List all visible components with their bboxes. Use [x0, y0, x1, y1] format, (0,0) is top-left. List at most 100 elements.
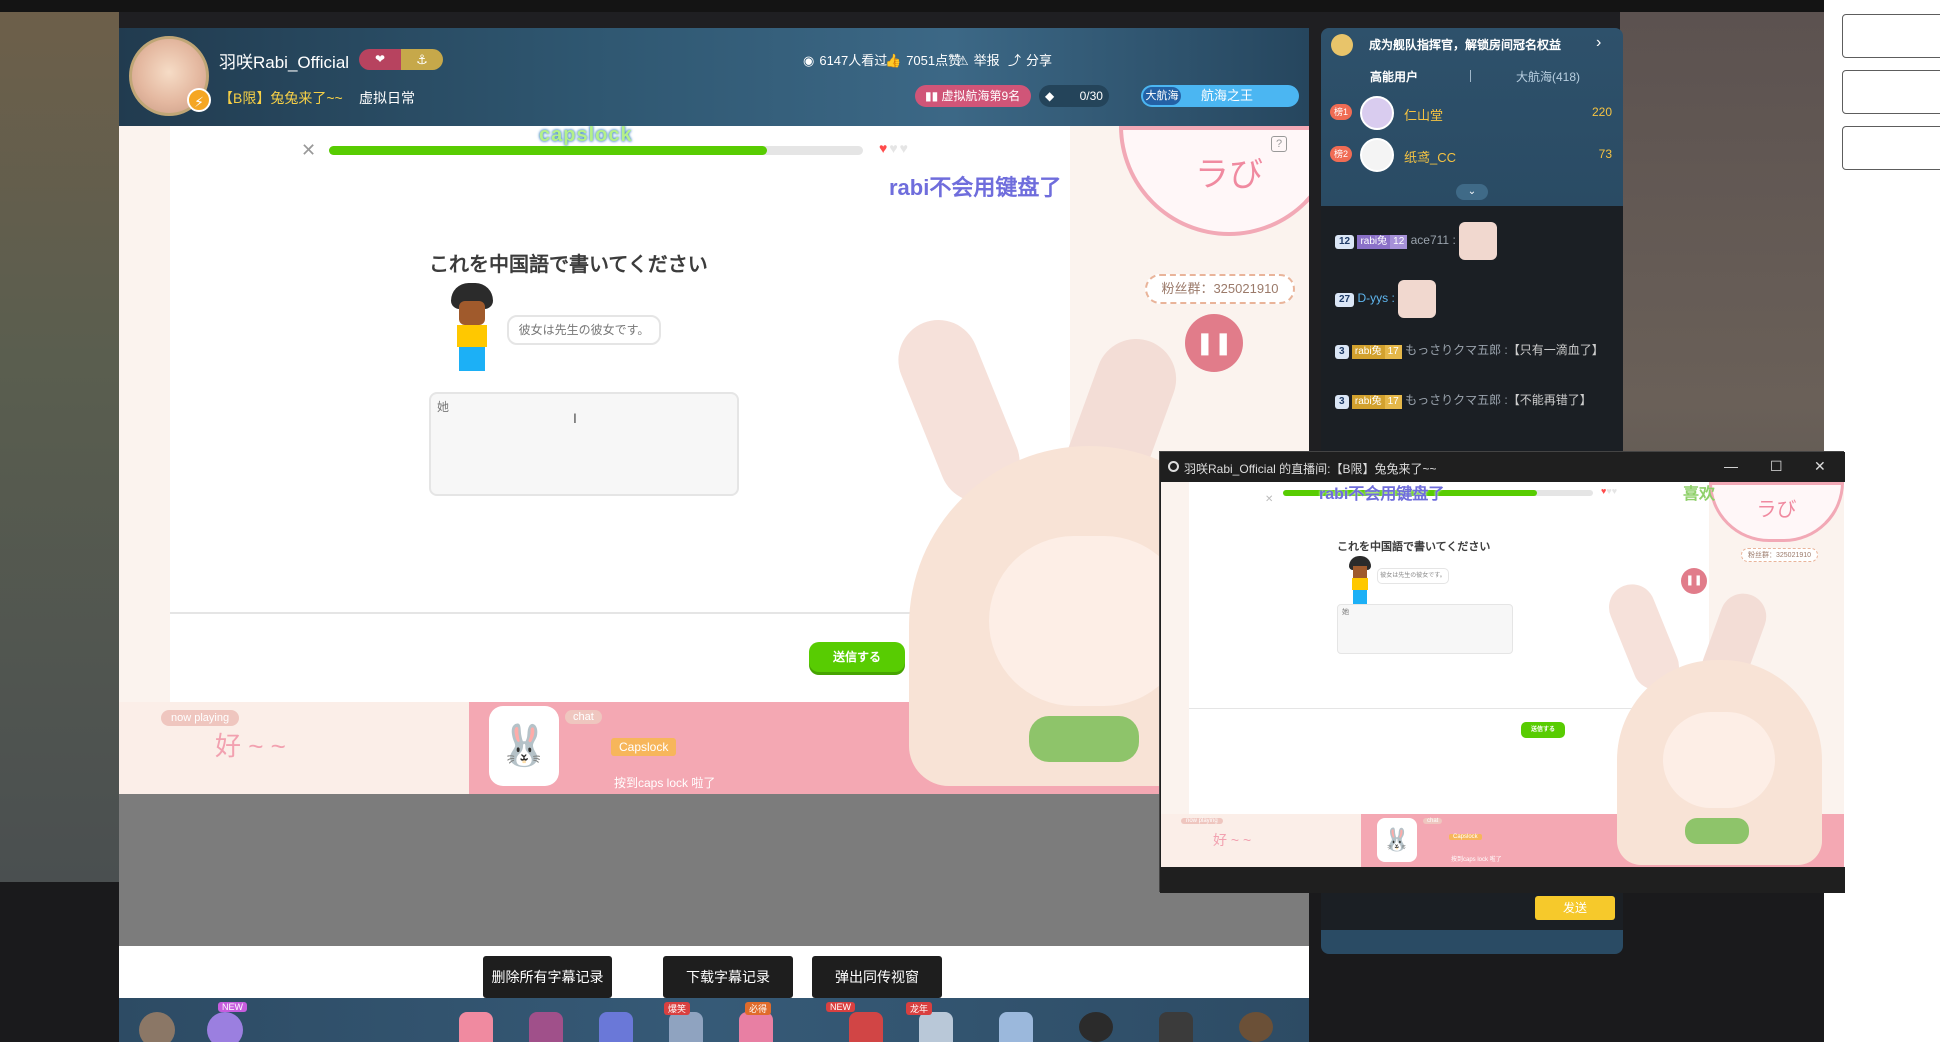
popup-character-pants: [1353, 590, 1367, 604]
likes-stat: 👍 7051点赞: [885, 53, 962, 68]
new-tag: NEW: [218, 1002, 247, 1012]
popup-rabi-overlay: rabi不会用键盘了: [1319, 486, 1445, 503]
character-illustration: [447, 283, 497, 371]
gift-icon-1[interactable]: [207, 1012, 243, 1042]
text-cursor-icon: I: [573, 410, 577, 426]
gem-icon: ◆: [1045, 89, 1058, 103]
subtitle-toolbar: 删除所有字幕记录 下载字幕记录 弹出同传视窗: [119, 946, 1309, 998]
caps-overlay: capslock: [539, 126, 633, 146]
chevron-down-icon[interactable]: ⌄: [1456, 184, 1488, 200]
capslock-tag: Capslock: [611, 738, 677, 756]
maximize-icon[interactable]: ☐: [1770, 458, 1783, 475]
fan-medal: rabi兔: [1357, 235, 1391, 250]
sticker-image: [1398, 280, 1437, 318]
lesson-prompt: これを中国語で書いてください: [429, 254, 708, 276]
live-bolt-icon: ⚡: [187, 88, 211, 112]
rank-score: 220: [1591, 105, 1612, 119]
app-logo-icon: [1168, 461, 1179, 472]
heart-icon: ♥: [879, 140, 890, 156]
rank-badge: 榜2: [1330, 146, 1352, 162]
popup-window: 羽咲Rabi_Official 的直播间:【B限】兔兔来了~~ — ☐ ✕ ラび…: [1159, 451, 1845, 893]
tab-high-energy[interactable]: 高能用户: [1370, 68, 1418, 85]
voyage-king-pill[interactable]: 大航海 航海之王: [1141, 85, 1299, 107]
close-icon[interactable]: ✕: [1814, 458, 1826, 475]
download-subtitles-button[interactable]: 下载字幕记录: [663, 956, 793, 998]
speech-bubble: 彼女は先生の彼女です。: [507, 315, 661, 345]
gift-icon-11[interactable]: [1239, 1012, 1273, 1042]
gift-icon-9[interactable]: [999, 1012, 1033, 1042]
follow-heart-icon[interactable]: ❤: [359, 49, 401, 70]
popup-bunny-icon: 🐰: [1377, 818, 1417, 862]
eye-icon: ◉: [803, 53, 815, 68]
fans-group-label: 粉丝群：325021910: [1145, 274, 1295, 304]
rank-row[interactable]: 榜1 仁山堂 220: [1330, 96, 1612, 130]
gift-tag-1: 爆笑: [664, 1002, 691, 1015]
rank-pill[interactable]: ▮▮ 虚拟航海第9名: [915, 85, 1031, 107]
fan-medal-level: 12: [1390, 235, 1408, 250]
popup-vtuber-face: [1663, 712, 1775, 808]
popup-capslock-tag: Capslock: [1449, 834, 1482, 840]
close-icon[interactable]: ✕: [301, 140, 316, 161]
gift-tag-3: NEW: [826, 1002, 855, 1012]
right-sidebar-button-1[interactable]: [1842, 14, 1940, 58]
gift-icon-6[interactable]: [739, 1012, 773, 1042]
gift-icon-10[interactable]: [1159, 1012, 1193, 1042]
anchor-icon[interactable]: ⚓: [401, 49, 443, 70]
voyage-badge: 大航海: [1143, 87, 1181, 105]
right-sidebar-button-2[interactable]: [1842, 70, 1940, 114]
help-icon[interactable]: ?: [1271, 136, 1287, 152]
bunny-icon: 🐰: [489, 706, 559, 786]
popup-like-overlay: 喜欢: [1683, 486, 1716, 503]
share-icon: ⤴: [1008, 53, 1022, 68]
minimize-icon[interactable]: —: [1724, 458, 1738, 474]
gift-progress[interactable]: ◆ 0/30: [1039, 85, 1109, 107]
gift-icon-2[interactable]: [459, 1012, 493, 1042]
chat-message: 27 D-yys :: [1335, 280, 1605, 318]
rank-badge: 榜1: [1330, 104, 1352, 120]
gift-icon-5[interactable]: [669, 1012, 703, 1042]
popup-speech-bubble: 彼女は先生の彼女です。: [1377, 568, 1449, 584]
popup-video[interactable]: ラび ✕ ♥♥♥ rabi不会用键盘了 喜欢 これを中国語で書いてください 彼女…: [1161, 482, 1844, 867]
gift-icon-7[interactable]: [849, 1012, 883, 1042]
chat-user[interactable]: もっさりクマ五郎 :: [1405, 343, 1508, 357]
fan-medal-level: 17: [1384, 345, 1402, 359]
chat-user[interactable]: ace711 :: [1411, 233, 1456, 247]
lesson-progress-fill: [329, 146, 767, 155]
chat-user[interactable]: もっさりクマ五郎 :: [1405, 393, 1508, 407]
popup-window-button[interactable]: 弹出同传视窗: [812, 956, 942, 998]
chat-user[interactable]: D-yys :: [1357, 291, 1394, 305]
background-art-left: [0, 12, 119, 882]
chat-message: 3 rabi兔 17 もっさりクマ五郎 :【只有一滴血了】: [1335, 340, 1605, 360]
rank-row[interactable]: 榜2 纸鸢_CC 73: [1330, 138, 1612, 172]
side-panel-bottom: [1321, 930, 1623, 954]
user-avatar[interactable]: [139, 1012, 175, 1042]
gift-icon-8[interactable]: [919, 1012, 953, 1042]
tab-fleet[interactable]: 大航海(418): [1516, 68, 1580, 85]
heart-empty-icon: ♥: [899, 140, 910, 156]
popup-title: 羽咲Rabi_Official 的直播间:【B限】兔兔来了~~: [1184, 462, 1437, 476]
report-button[interactable]: ⚠ 举报: [957, 50, 1000, 69]
chevron-right-icon[interactable]: ›: [1596, 34, 1601, 52]
gift-icon-4[interactable]: [599, 1012, 633, 1042]
lesson-progress: [329, 146, 863, 155]
character-shirt: [457, 325, 487, 347]
send-button[interactable]: 发送: [1535, 896, 1615, 920]
warning-icon: ⚠: [957, 53, 969, 68]
capslock-note: 按到caps lock 啦了: [614, 776, 716, 790]
level-badge: 3: [1335, 345, 1349, 359]
popup-bottom: [1160, 867, 1845, 893]
share-button[interactable]: ⤴ 分享: [1008, 50, 1052, 69]
right-sidebar-button-3[interactable]: [1842, 126, 1940, 170]
delete-subtitles-button[interactable]: 删除所有字幕记录: [483, 956, 612, 998]
gift-icon-3[interactable]: [529, 1012, 563, 1042]
hao-text: 好 ~ ~: [215, 731, 286, 761]
room-area-tag[interactable]: 虚拟日常: [359, 88, 415, 108]
answer-input[interactable]: 她: [429, 392, 739, 496]
video-player[interactable]: ラび 粉丝群：325021910 ❚❚ ✕ ♥♥♥ capslock rabi不…: [119, 126, 1309, 794]
streamer-name[interactable]: 羽咲Rabi_Official: [219, 48, 349, 73]
gift-tag-4: 龙年: [906, 1002, 933, 1015]
fleet-promo[interactable]: 成为舰队指挥官，解锁房间冠名权益: [1321, 28, 1623, 62]
popup-vtuber-bow: [1685, 818, 1749, 844]
more-gifts-icon[interactable]: [1079, 1012, 1113, 1042]
gift-tag-2: 必得: [745, 1002, 772, 1015]
